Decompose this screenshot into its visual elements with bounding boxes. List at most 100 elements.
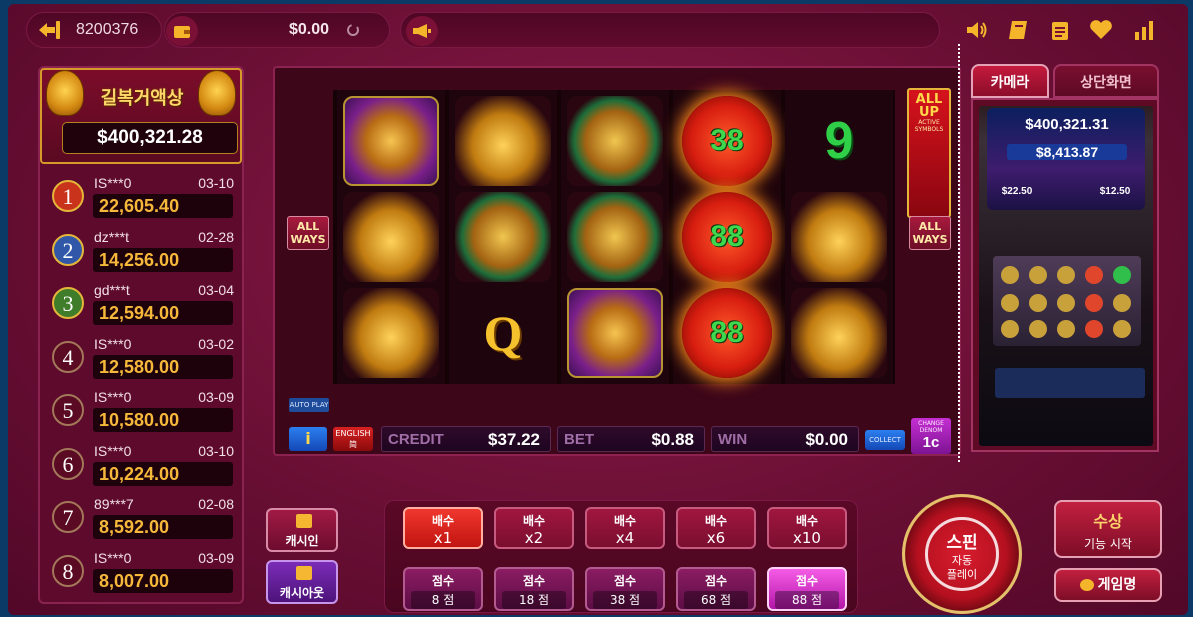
- rank-amount: 10,224.00: [93, 461, 233, 486]
- notepad-icon[interactable]: [1048, 18, 1072, 42]
- multiplier-button[interactable]: 배수 x10: [767, 507, 847, 549]
- coin-symbol: 88: [682, 192, 772, 282]
- jackpot-title: 길복거액상: [100, 88, 184, 109]
- reel-column: [337, 90, 445, 384]
- cash-out-icon: [296, 566, 312, 580]
- stats-icon[interactable]: [1132, 18, 1156, 42]
- bonus-feature-button[interactable]: 수상 기능 시작: [1054, 500, 1162, 558]
- credit-label: CREDIT: [388, 431, 444, 448]
- rank-amount: 10,580.00: [93, 408, 233, 432]
- auto-play-button[interactable]: AUTO PLAY: [289, 398, 329, 412]
- score-button[interactable]: 점수 18 점: [494, 567, 574, 611]
- denom-value: 1c: [922, 434, 940, 451]
- book-icon[interactable]: [1006, 18, 1030, 42]
- multiplier-button[interactable]: 배수 x6: [676, 507, 756, 549]
- fish-symbol-icon: [791, 288, 887, 378]
- all-up-panel: ALL UP ACTIVE SYMBOLS: [907, 88, 951, 218]
- score-button[interactable]: 점수 8 점: [403, 567, 483, 611]
- game-list-button[interactable]: 게임명: [1054, 568, 1162, 602]
- score-value: 68 점: [684, 591, 748, 609]
- cabinet-symbol: [1001, 320, 1019, 338]
- jackpot-header: 길복거액상 $400,321.28: [40, 68, 242, 164]
- all-up-subtitle: ACTIVE SYMBOLS: [914, 119, 944, 133]
- score-button[interactable]: 점수 68 점: [676, 567, 756, 611]
- cam-major: $8,413.87: [1007, 144, 1127, 160]
- megaphone-icon[interactable]: [406, 16, 438, 46]
- score-label: 점수: [704, 574, 728, 588]
- rank-user: gd***t: [94, 282, 130, 298]
- tab-top-screen[interactable]: 상단화면: [1053, 64, 1159, 98]
- wallet-icon[interactable]: [166, 16, 198, 46]
- cabinet-symbol: [1113, 266, 1131, 284]
- speaker-icon[interactable]: [964, 18, 990, 42]
- rank-medal: 4: [52, 340, 84, 373]
- multiplier-label: 배수: [795, 514, 819, 528]
- score-value: 8 점: [411, 591, 475, 609]
- balance-value: $0.00: [289, 21, 330, 38]
- cash-out-button[interactable]: 캐시아웃: [266, 560, 338, 604]
- denom-label: CHANGE DENOM: [918, 420, 944, 434]
- cabinet-symbol: [1085, 294, 1103, 312]
- rank-medal: 6: [52, 447, 84, 480]
- win-meter: WIN $0.00: [711, 426, 859, 452]
- top-bar: 8200376 $0.00: [8, 4, 1188, 56]
- collect-button[interactable]: COLLECT: [865, 430, 905, 450]
- rank-date: 02-28: [198, 228, 234, 245]
- rank-medal: 5: [52, 394, 84, 426]
- exit-icon[interactable]: [36, 18, 62, 42]
- reel-column: 9: [785, 90, 893, 384]
- spin-label: 스핀: [946, 533, 978, 553]
- cash-in-button[interactable]: 캐시인: [266, 508, 338, 552]
- win-value: $0.00: [805, 430, 848, 449]
- cam-left: $22.50: [1001, 186, 1033, 197]
- multiplier-button[interactable]: 배수 x2: [494, 507, 574, 549]
- phoenix-symbol-icon: [343, 96, 439, 186]
- game-list-label: 게임명: [1097, 577, 1137, 593]
- reel-column: Q: [449, 90, 557, 384]
- cabinet-symbol: [1113, 320, 1131, 338]
- language-button[interactable]: ENGLISH 简: [333, 427, 373, 451]
- score-button[interactable]: 점수 38 점: [585, 567, 665, 611]
- tab-camera[interactable]: 카메라: [971, 64, 1049, 98]
- all-up-title: ALL UP: [915, 92, 943, 120]
- resize-divider[interactable]: [958, 44, 960, 462]
- coin-symbol: 88: [682, 288, 772, 378]
- score-label: 점수: [522, 574, 546, 588]
- change-denom-button[interactable]: CHANGE DENOM 1c: [911, 418, 951, 454]
- coin-symbol: 38: [682, 96, 772, 186]
- cabinet-symbol: [1057, 266, 1075, 284]
- all-ways-left: ALL WAYS: [287, 216, 329, 250]
- win-label: WIN: [718, 431, 748, 448]
- cabinet-symbol: [1001, 266, 1019, 284]
- score-button[interactable]: 점수 88 점: [767, 567, 847, 611]
- cabinet-symbol: [1057, 320, 1075, 338]
- rank-medal: 1: [52, 180, 84, 212]
- rank-user: IS***0: [94, 442, 132, 459]
- spin-button[interactable]: 스핀 자동 플레이: [902, 494, 1022, 614]
- heart-icon[interactable]: [1088, 18, 1114, 42]
- turtle-symbol-icon: [455, 192, 551, 282]
- spin-ring-inner: 스핀 자동 플레이: [925, 517, 999, 591]
- multiplier-value: x4: [615, 529, 635, 547]
- multiplier-button[interactable]: 배수 x4: [585, 507, 665, 549]
- meter-bar: i ENGLISH 简 CREDIT $37.22 BET $0.88 WIN …: [285, 418, 953, 454]
- coin-value: 38: [710, 124, 744, 157]
- fish-symbol-icon: [455, 96, 551, 186]
- leaderboard-row: 6 IS***0 03-10 10,224.00: [46, 440, 242, 490]
- cabinet-symbol: [1029, 320, 1047, 338]
- score-label: 점수: [613, 574, 637, 588]
- multiplier-button[interactable]: 배수 x1: [403, 507, 483, 549]
- cash-in-label: 캐시인: [285, 534, 319, 548]
- cabinet-screen: [993, 256, 1141, 346]
- cam-jackpot: $400,321.31: [1025, 116, 1109, 133]
- cabinet-symbol: [1029, 266, 1047, 284]
- multiplier-label: 배수: [431, 514, 455, 528]
- lion-icon: [198, 70, 236, 116]
- info-button[interactable]: i: [289, 427, 327, 451]
- rank-medal: 3: [52, 287, 84, 319]
- refresh-icon[interactable]: [346, 23, 360, 37]
- leaderboard-row: 3 gd***t 03-04 12,594.00: [46, 279, 242, 329]
- rank-user: IS***0: [94, 335, 132, 352]
- cash-in-icon: [296, 514, 312, 528]
- credit-value: $37.22: [488, 430, 540, 449]
